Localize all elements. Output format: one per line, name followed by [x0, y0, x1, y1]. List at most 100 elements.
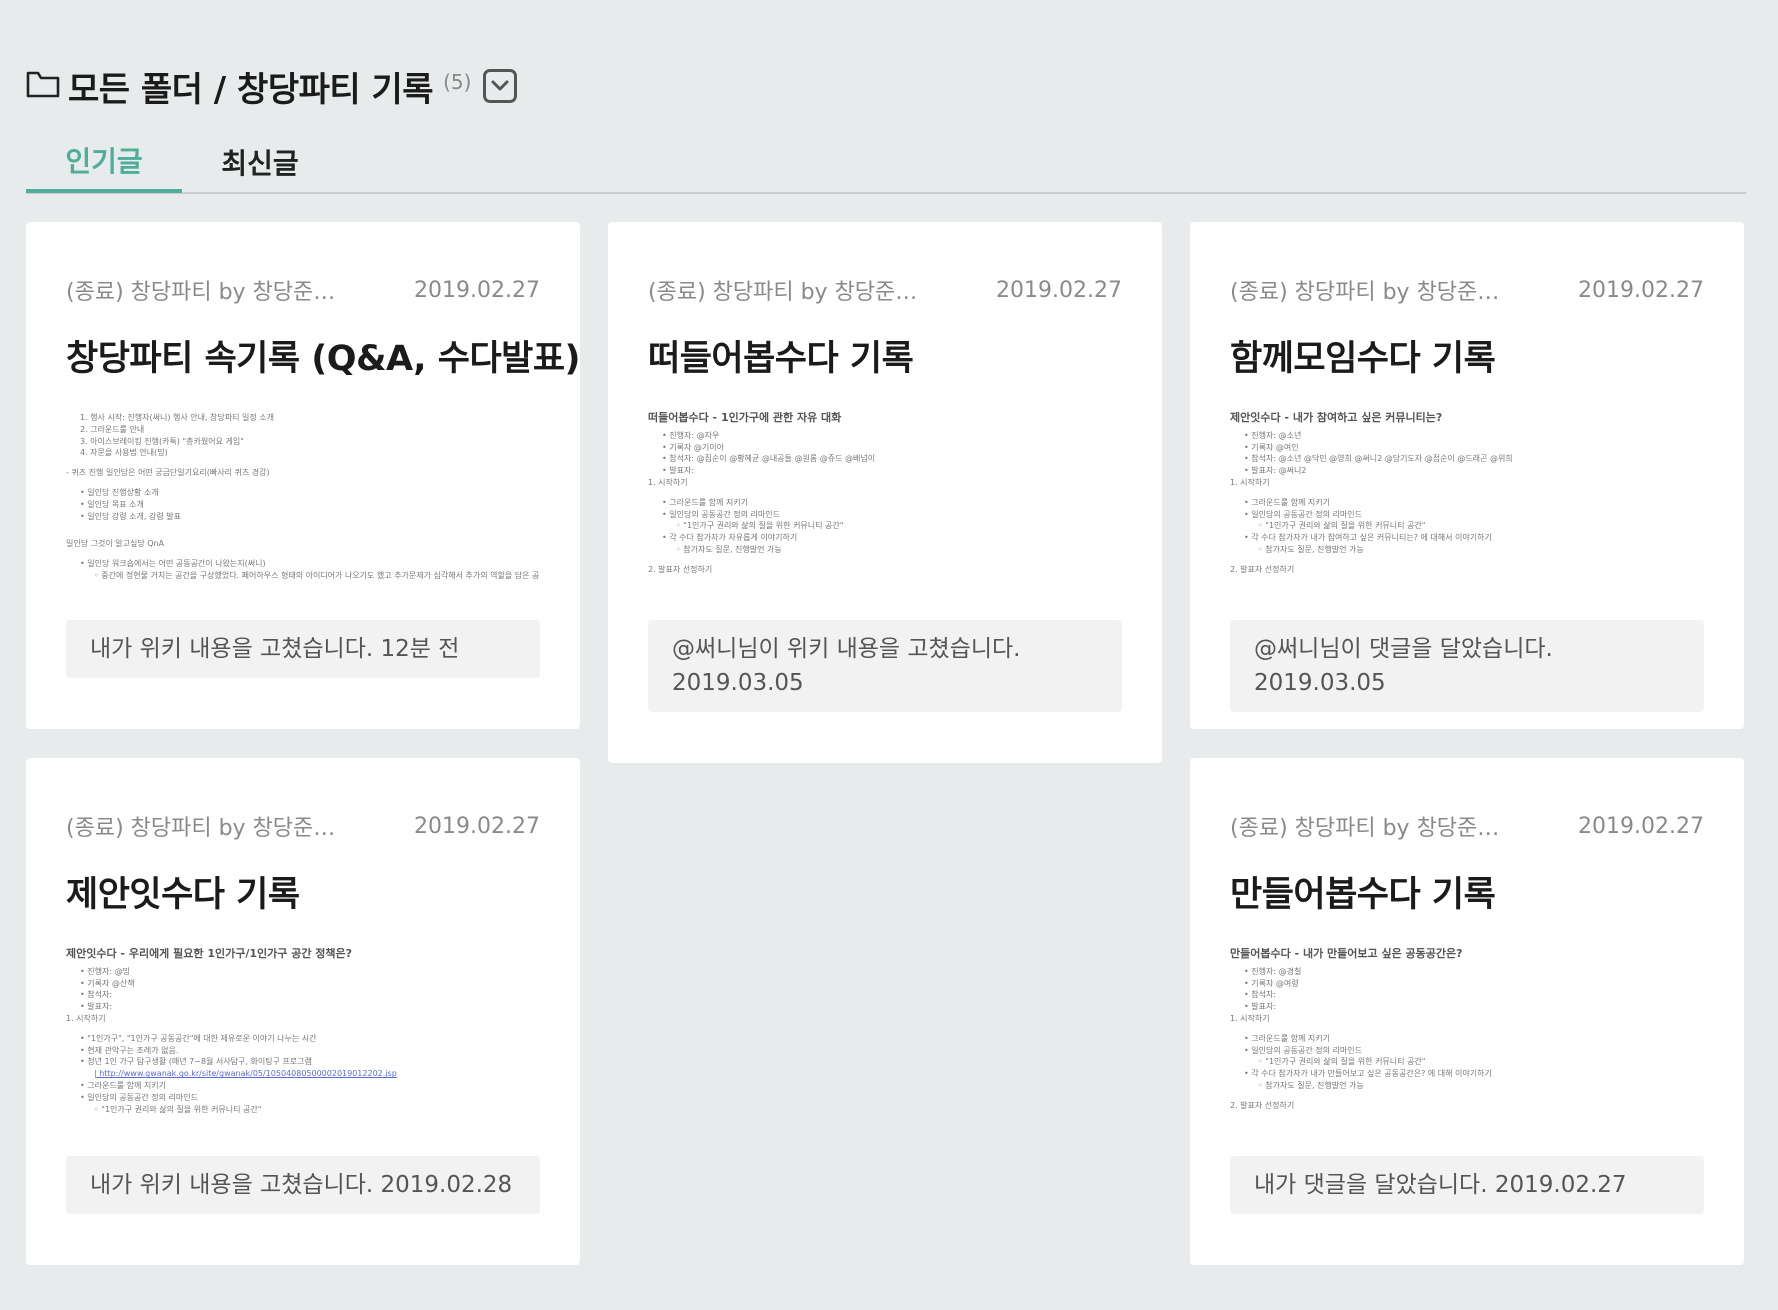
- card-preview: 제안잇수다 - 우리에게 필요한 1인가구/1인가구 공간 정책은? • 진행자:…: [66, 948, 540, 1118]
- preview-line: ◦ 참가자도 질문, 진행발언 가능: [676, 544, 782, 554]
- preview-line: • 발표자:: [662, 466, 695, 476]
- preview-line: • 그라운드룰 함께 지키기: [1244, 497, 1330, 507]
- card-source[interactable]: (종료) 창당파티 by 창당준…: [1230, 810, 1499, 842]
- preview-line: 1. 시작하기: [1230, 477, 1270, 487]
- card-title[interactable]: 창당파티 속기록 (Q&A, 수다발표): [66, 330, 581, 381]
- card-activity: @써니님이 위키 내용을 고쳤습니다. 2019.03.05: [648, 620, 1122, 712]
- card-meta: (종료) 창당파티 by 창당준… 2019.02.27: [66, 274, 540, 306]
- wiki-card[interactable]: (종료) 창당파티 by 창당준… 2019.02.27 창당파티 속기록 (Q…: [26, 222, 581, 729]
- preview-line: • 기록자 @기이아: [662, 442, 724, 452]
- preview-spacer: [66, 479, 540, 487]
- preview-line: • 일인당의 공동공간 정의 리마인드: [80, 1092, 198, 1102]
- preview-spacer: [66, 530, 540, 538]
- preview-line: • 각 수다 참가자가 자유롭게 이야기하기: [662, 533, 798, 543]
- folder-dropdown-button[interactable]: [483, 69, 518, 103]
- folder-header: 모든 폴더 / 창당파티 기록 (5): [26, 66, 518, 110]
- preview-spacer: [1230, 1092, 1704, 1100]
- preview-line: • 일인당 워크숍에서는 어떤 공동공간이 나왔는지(써니): [80, 559, 266, 569]
- preview-line: ◦ "1인가구 권리와 삶의 질을 위한 커뮤니티 공간": [94, 1104, 262, 1114]
- card-date: 2019.02.27: [996, 277, 1122, 303]
- preview-line: ◦ "1인가구 권리와 삶의 질을 위한 커뮤니티 공간": [1258, 1057, 1426, 1067]
- preview-line: 2. 발표자 선정하기: [1230, 564, 1295, 574]
- folder-icon: [26, 69, 68, 103]
- preview-spacer: [1230, 1025, 1704, 1033]
- preview-line: • 기록자 @여령: [1244, 978, 1299, 988]
- card-activity: 내가 위키 내용을 고쳤습니다. 2019.02.28: [66, 1156, 540, 1214]
- preview-heading: 제안잇수다 - 내가 참여하고 싶은 커뮤니티는?: [1230, 412, 1443, 424]
- card-title[interactable]: 함께모임수다 기록: [1230, 330, 1704, 381]
- preview-line: • "1인가구", "1인가구 공동공간"에 대한 제유로운 이야기 나누는 시…: [80, 1033, 317, 1043]
- card-activity: 내가 댓글을 달았습니다. 2019.02.27: [1230, 1156, 1704, 1214]
- preview-line: ◦ 참가자도 질문, 진행발언 가능: [1258, 544, 1364, 554]
- preview-line: • 현재 관악구는 조례가 없음.: [80, 1045, 179, 1055]
- preview-spacer: [66, 459, 540, 467]
- preview-line: • 각 수다 참가자가 내가 만들어보고 싶은 공동공간은? 에 대해 이야기하…: [1244, 1069, 1492, 1079]
- preview-line: • 그라운드룰 함께 지키기: [1244, 1033, 1330, 1043]
- preview-spacer: [648, 489, 1122, 497]
- preview-line: • 각 수다 참가자가 내가 참여하고 싶은 커뮤니티는? 에 대해서 이야기하…: [1244, 533, 1492, 543]
- preview-line: 일인당 그것이 알고싶당 QnA: [66, 539, 165, 549]
- preview-line: • 발표자:: [80, 1002, 113, 1012]
- preview-line: • 참석자:: [80, 990, 113, 1000]
- preview-line: • 일인당의 공동공간 정의 리마인드: [1244, 1045, 1362, 1055]
- card-preview: 제안잇수다 - 내가 참여하고 싶은 커뮤니티는? • 진행자: @소년 • 기록자…: [1230, 412, 1704, 582]
- preview-heading: 떠들어봅수다 - 1인가구에 관한 자유 대화: [648, 412, 842, 424]
- preview-line: • 그라운드룰 함께 지키기: [662, 497, 748, 507]
- card-activity: @써니님이 댓글을 달았습니다. 2019.03.05: [1230, 620, 1704, 712]
- preview-line: ◦ "1인가구 권리와 삶의 질을 위한 커뮤니티 공간": [676, 521, 844, 531]
- preview-line: • 일인당의 공동공간 정의 리마인드: [662, 509, 780, 519]
- card-preview: 떠들어봅수다 - 1인가구에 관한 자유 대화 • 진행자: @자우 • 기록자 @…: [648, 412, 1122, 582]
- preview-line: 3. 아이스브레이킹 진행(카툭) "총카웠어요 게임": [80, 436, 244, 446]
- preview-line: 2. 그라운드룰 안내: [80, 424, 145, 434]
- preview-heading: 제안잇수다 - 우리에게 필요한 1인가구/1인가구 공간 정책은?: [66, 948, 353, 960]
- card-source[interactable]: (종료) 창당파티 by 창당준…: [66, 810, 335, 842]
- post-count: (5): [443, 70, 472, 94]
- card-meta: (종료) 창당파티 by 창당준… 2019.02.27: [66, 810, 540, 842]
- card-source[interactable]: (종료) 창당파티 by 창당준…: [648, 274, 917, 306]
- preview-line: • 일인당의 공동공간 정의 리마인드: [1244, 509, 1362, 519]
- preview-line: • 진행자: @밍: [80, 966, 130, 976]
- tab-popular[interactable]: 인기글: [26, 130, 182, 193]
- wiki-card[interactable]: (종료) 창당파티 by 창당준… 2019.02.27 떠들어봅수다 기록 떠…: [608, 222, 1162, 763]
- preview-line: • 청년 1인 가구 탐구생활 (매년 7~8월 서사탐구, 화이팅구 프로그램: [80, 1057, 312, 1067]
- card-date: 2019.02.27: [1578, 813, 1704, 839]
- wiki-card[interactable]: (종료) 창당파티 by 창당준… 2019.02.27 만들어봅수다 기록 만…: [1190, 758, 1744, 1265]
- preview-line: • 진행자: @경칠: [1244, 966, 1302, 976]
- preview-line: 4. 자문을 사용법 안내(밍): [80, 448, 168, 458]
- preview-line: • 일인당 진행상황 소개: [80, 487, 159, 497]
- tab-recent[interactable]: 최신글: [182, 130, 338, 194]
- preview-line: 1. 행사 시작: 진행자(써니) 행사 안내, 창당파티 일정 소개: [80, 413, 275, 422]
- card-date: 2019.02.27: [414, 813, 540, 839]
- sort-tabs: 인기글 최신글: [26, 130, 1746, 194]
- card-meta: (종료) 창당파티 by 창당준… 2019.02.27: [648, 274, 1122, 306]
- preview-line: ◦ 참가자도 질문, 진행발언 가능: [1258, 1080, 1364, 1090]
- preview-line: ◦ 중간에 정현물 거치는 공간을 구상했었다. 페어하우스 형태의 아이디어가…: [94, 570, 540, 580]
- wiki-card[interactable]: (종료) 창당파티 by 창당준… 2019.02.27 제안잇수다 기록 제안…: [26, 758, 580, 1265]
- preview-line: • 참석자:: [1244, 990, 1277, 1000]
- card-meta: (종료) 창당파티 by 창당준… 2019.02.27: [1230, 274, 1704, 306]
- wiki-card[interactable]: (종료) 창당파티 by 창당준… 2019.02.27 함께모임수다 기록 제…: [1190, 222, 1744, 729]
- preview-spacer: [1230, 489, 1704, 497]
- preview-line: • 진행자: @자우: [662, 430, 720, 440]
- preview-line: • 일인당 목표 소개: [80, 499, 144, 509]
- preview-line: • 참석자: @집순이 @황혜균 @내공들 @원롬 @쥬드 @배넘이: [662, 454, 876, 464]
- preview-line: • 그라운드룰 함께 지키기: [80, 1080, 166, 1090]
- card-activity: 내가 위키 내용을 고쳤습니다. 12분 전: [66, 620, 540, 678]
- card-title[interactable]: 제안잇수다 기록: [66, 866, 540, 917]
- card-date: 2019.02.27: [1578, 277, 1704, 303]
- card-source[interactable]: (종료) 창당파티 by 창당준…: [66, 274, 335, 306]
- card-title[interactable]: 떠들어봅수다 기록: [648, 330, 1122, 381]
- preview-line: 1. 시작하기: [1230, 1013, 1270, 1023]
- card-title[interactable]: 만들어봅수다 기록: [1230, 866, 1704, 917]
- folder-path[interactable]: 모든 폴더 / 창당파티 기록: [68, 62, 434, 111]
- preview-spacer: [66, 550, 540, 558]
- preview-line: 1. 시작하기: [648, 477, 688, 487]
- preview-line: • 기록자 @여인: [1244, 442, 1299, 452]
- preview-line[interactable]: | http://www.gwanak.go.kr/site/gwanak/05…: [66, 1068, 540, 1080]
- preview-spacer: [66, 1025, 540, 1033]
- card-date: 2019.02.27: [414, 277, 540, 303]
- preview-line: • 발표자: @써니2: [1244, 466, 1307, 476]
- preview-spacer: [648, 556, 1122, 564]
- card-source[interactable]: (종료) 창당파티 by 창당준…: [1230, 274, 1499, 306]
- chevron-down-icon: [491, 80, 509, 91]
